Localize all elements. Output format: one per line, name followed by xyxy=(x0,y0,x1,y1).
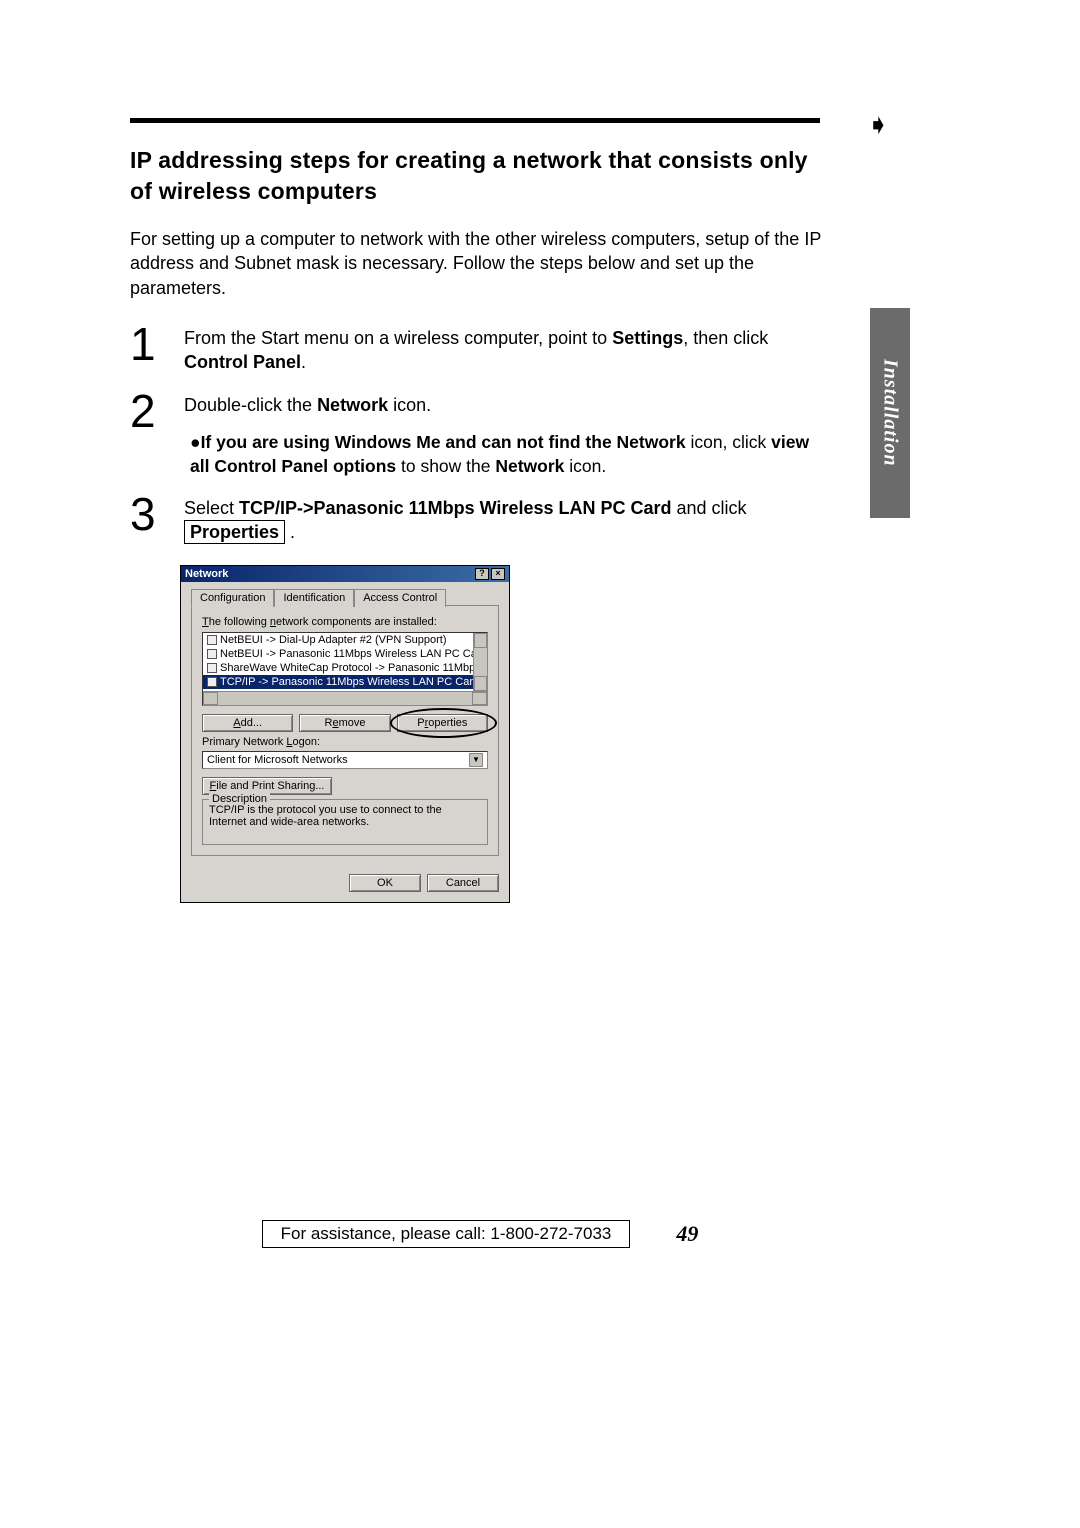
divider-top xyxy=(130,118,820,123)
section-heading: IP addressing steps for creating a netwo… xyxy=(130,145,830,207)
primary-logon-label: Primary Network Logon: xyxy=(202,736,488,748)
continuation-arrow-icon: ➧ xyxy=(867,108,890,141)
primary-logon-value: Client for Microsoft Networks xyxy=(207,754,348,766)
assistance-box: For assistance, please call: 1-800-272-7… xyxy=(262,1220,631,1248)
step-number: 2 xyxy=(130,391,174,432)
components-listbox[interactable]: NetBEUI -> Dial-Up Adapter #2 (VPN Suppo… xyxy=(202,632,488,706)
list-item-selected[interactable]: TCP/IP -> Panasonic 11Mbps Wireless LAN … xyxy=(203,675,487,689)
add-button[interactable]: Add... xyxy=(202,714,293,732)
tab-pane-configuration: The following network components are ins… xyxy=(191,605,499,856)
primary-logon-dropdown[interactable]: Client for Microsoft Networks ▼ xyxy=(202,751,488,769)
protocol-icon xyxy=(207,635,217,645)
tab-configuration[interactable]: Configuration xyxy=(191,589,274,607)
cancel-button[interactable]: Cancel xyxy=(427,874,499,892)
help-icon[interactable]: ? xyxy=(475,568,489,580)
step-1: 1 From the Start menu on a wireless comp… xyxy=(130,324,830,375)
step-list: 1 From the Start menu on a wireless comp… xyxy=(130,324,830,545)
step-3: 3 Select TCP/IP->Panasonic 11Mbps Wirele… xyxy=(130,494,830,545)
list-item[interactable]: ShareWave WhiteCap Protocol -> Panasonic… xyxy=(203,661,487,675)
step-2-bullet: ●If you are using Windows Me and can not… xyxy=(184,431,830,478)
step-2: 2 Double-click the Network icon. ●If you… xyxy=(130,391,830,479)
tab-identification[interactable]: Identification xyxy=(274,589,354,607)
dialog-titlebar: Network ? × xyxy=(181,566,509,582)
protocol-icon xyxy=(207,663,217,673)
side-tab-label: Installation xyxy=(879,359,902,467)
page-footer: For assistance, please call: 1-800-272-7… xyxy=(130,1220,830,1248)
vertical-scrollbar[interactable] xyxy=(473,633,487,691)
step-body: From the Start menu on a wireless comput… xyxy=(184,324,830,375)
tab-access-control[interactable]: Access Control xyxy=(354,589,446,607)
network-dialog: Network ? × Configuration Identification… xyxy=(180,565,510,903)
protocol-icon xyxy=(207,677,217,687)
step-number: 3 xyxy=(130,494,174,535)
protocol-icon xyxy=(207,649,217,659)
properties-button[interactable]: Properties xyxy=(397,714,488,732)
dialog-title: Network xyxy=(185,568,228,580)
list-item[interactable]: NetBEUI -> Panasonic 11Mbps Wireless LAN… xyxy=(203,647,487,661)
step-number: 1 xyxy=(130,324,174,365)
page-number: 49 xyxy=(676,1221,698,1247)
properties-button-ref: Properties xyxy=(184,520,285,544)
intro-paragraph: For setting up a computer to network wit… xyxy=(130,227,830,300)
remove-button[interactable]: Remove xyxy=(299,714,390,732)
list-item[interactable]: NetBEUI -> Dial-Up Adapter #2 (VPN Suppo… xyxy=(203,633,487,647)
description-legend: Description xyxy=(209,793,270,805)
close-icon[interactable]: × xyxy=(491,568,505,580)
ok-button[interactable]: OK xyxy=(349,874,421,892)
step-body: Select TCP/IP->Panasonic 11Mbps Wireless… xyxy=(184,494,830,545)
components-label: The following network components are ins… xyxy=(202,616,488,628)
side-tab-installation: Installation xyxy=(870,308,910,518)
step-body: Double-click the Network icon. ●If you a… xyxy=(184,391,830,479)
description-text: TCP/IP is the protocol you use to connec… xyxy=(209,804,442,828)
horizontal-scrollbar[interactable] xyxy=(203,691,487,705)
description-frame: Description TCP/IP is the protocol you u… xyxy=(202,799,488,845)
chevron-down-icon[interactable]: ▼ xyxy=(469,753,483,767)
dialog-tabs: Configuration Identification Access Cont… xyxy=(191,588,499,606)
